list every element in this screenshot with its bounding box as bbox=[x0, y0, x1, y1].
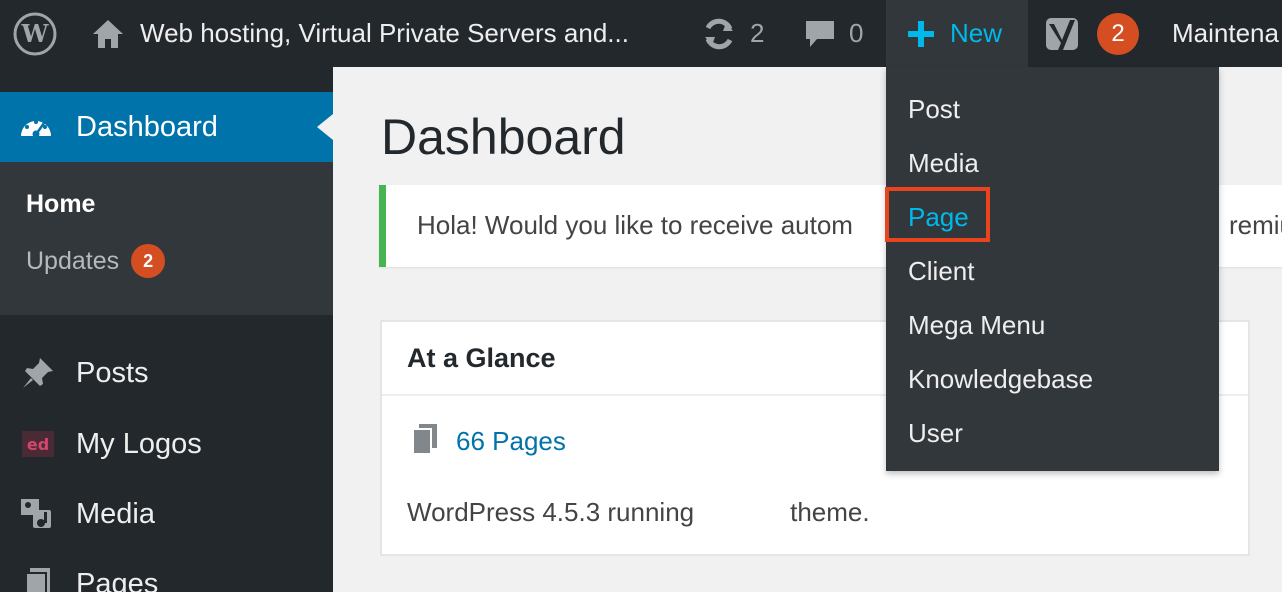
svg-text:W: W bbox=[21, 19, 50, 48]
svg-text:ed: ed bbox=[27, 435, 49, 454]
comments-button[interactable]: 0 bbox=[803, 0, 863, 67]
site-name-text: Web hosting, Virtual Private Servers and… bbox=[140, 18, 629, 48]
pages-icon bbox=[18, 566, 58, 592]
current-menu-arrow bbox=[317, 114, 333, 140]
comments-count: 0 bbox=[849, 18, 864, 48]
yoast-seo-button[interactable]: 2 bbox=[1044, 0, 1139, 67]
wp-version-after: theme. bbox=[790, 497, 870, 527]
new-label: New bbox=[950, 18, 1003, 48]
posts-label: Posts bbox=[76, 356, 149, 389]
new-content-button[interactable]: New bbox=[886, 0, 1028, 67]
sidebar-item-posts[interactable]: Posts bbox=[0, 343, 333, 403]
submenu-item-updates[interactable]: Updates 2 bbox=[26, 244, 166, 278]
yoast-icon bbox=[1044, 14, 1084, 54]
media-icon bbox=[18, 496, 58, 532]
maintenance-button[interactable]: Maintena bbox=[1172, 0, 1279, 67]
ed-logo-icon: ed bbox=[18, 429, 58, 459]
dashboard-submenu: Home Updates 2 bbox=[0, 162, 333, 315]
my-logos-label: My Logos bbox=[76, 427, 202, 460]
sidebar-item-pages[interactable]: Pages bbox=[0, 554, 333, 592]
plus-icon bbox=[906, 19, 936, 49]
glance-pages-row: 66 Pages bbox=[410, 422, 566, 461]
updates-count: 2 bbox=[750, 18, 765, 48]
media-label: Media bbox=[76, 497, 155, 530]
widget-title: At a Glance bbox=[407, 343, 556, 373]
home-icon bbox=[90, 16, 126, 52]
pages-label: Pages bbox=[76, 567, 159, 592]
dropdown-item-client[interactable]: Client bbox=[908, 256, 974, 287]
updates-badge: 2 bbox=[131, 244, 166, 278]
dropdown-item-user[interactable]: User bbox=[908, 418, 963, 449]
pages-icon bbox=[410, 422, 440, 461]
dashboard-gauge-icon bbox=[18, 110, 54, 152]
page-title: Dashboard bbox=[381, 109, 626, 165]
notice-text: Hola! Would you like to receive autom bbox=[417, 210, 853, 240]
site-name-link[interactable]: Web hosting, Virtual Private Servers and… bbox=[90, 0, 629, 67]
admin-bar: W Web hosting, Virtual Private Servers a… bbox=[0, 0, 1282, 67]
refresh-icon bbox=[700, 15, 738, 53]
comment-icon bbox=[803, 17, 837, 51]
wp-version-before: WordPress 4.5.3 running bbox=[407, 497, 695, 527]
submenu-home-label: Home bbox=[26, 190, 96, 218]
maintenance-label: Maintena bbox=[1172, 18, 1279, 48]
submenu-updates-label: Updates bbox=[26, 246, 120, 275]
dropdown-item-mega-menu[interactable]: Mega Menu bbox=[908, 310, 1045, 341]
sidebar-item-dashboard[interactable]: Dashboard bbox=[0, 92, 333, 162]
yoast-count-badge: 2 bbox=[1097, 12, 1139, 55]
highlight-annotation-box bbox=[885, 187, 990, 242]
wordpress-logo-button[interactable]: W bbox=[12, 0, 58, 67]
new-content-dropdown: Post Media Page Client Mega Menu Knowled… bbox=[886, 67, 1219, 471]
wordpress-version-text: WordPress 4.5.3 running theme. bbox=[407, 497, 870, 528]
sidebar-item-media[interactable]: Media bbox=[0, 484, 333, 544]
wordpress-logo-icon: W bbox=[12, 11, 58, 57]
updates-button[interactable]: 2 bbox=[700, 0, 764, 67]
admin-sidebar: Dashboard Home Updates 2 Posts ed My Log… bbox=[0, 67, 333, 592]
pin-icon bbox=[18, 355, 58, 391]
dropdown-item-knowledgebase[interactable]: Knowledgebase bbox=[908, 364, 1093, 395]
dropdown-item-media[interactable]: Media bbox=[908, 148, 979, 179]
dropdown-item-post[interactable]: Post bbox=[908, 94, 960, 125]
submenu-item-home[interactable]: Home bbox=[26, 190, 95, 219]
dashboard-label: Dashboard bbox=[76, 110, 218, 143]
pages-count-link[interactable]: 66 Pages bbox=[456, 426, 566, 457]
notice-text-tail: remiu bbox=[1229, 210, 1282, 240]
sidebar-item-my-logos[interactable]: ed My Logos bbox=[0, 414, 333, 474]
